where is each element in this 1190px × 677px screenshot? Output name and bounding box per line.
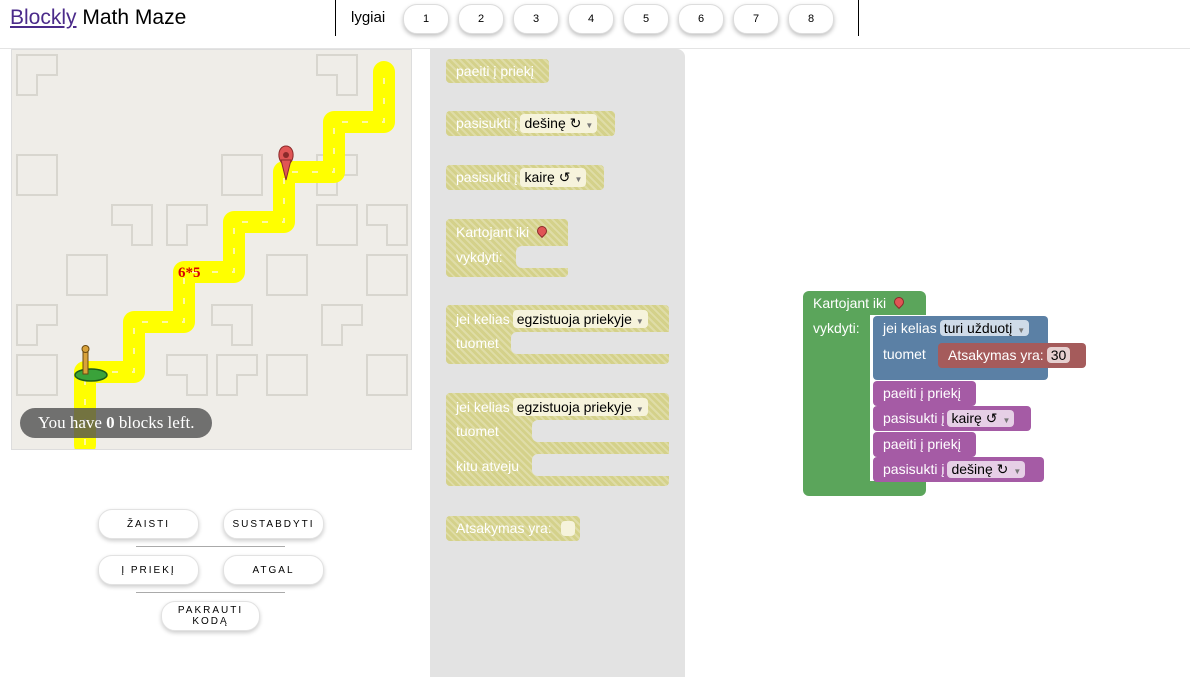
- workspace-move-forward-block-1[interactable]: paeiti į priekį: [873, 381, 976, 406]
- blocks-left-count: 0: [106, 413, 115, 432]
- workspace-do-label: vykdyti:: [813, 320, 860, 336]
- level-1-button[interactable]: 1: [403, 4, 449, 34]
- maze-path: [74, 61, 395, 449]
- step-forward-button[interactable]: Į PRIEKĮ: [98, 555, 199, 585]
- workspace-goal-pin-icon: [892, 294, 907, 310]
- toolbox-if-else-then-label: tuomet: [456, 423, 499, 439]
- toolbox-turn-right-block[interactable]: pasisukti į dešinę ↻ ▼: [446, 111, 615, 136]
- toolbox-if-else-block[interactable]: jei kelias egzistuoja priekyje ▼ tuomet ki…: [446, 393, 669, 486]
- header-divider: [335, 0, 336, 36]
- toolbox-if-else-label: jei kelias: [456, 399, 510, 415]
- load-code-button[interactable]: PAKRAUTI KODĄ: [161, 601, 260, 631]
- toolbox-else-label: kitu atveju: [456, 458, 520, 474]
- maze-canvas: 6*5 You have 0 blocks left.: [11, 49, 412, 450]
- toolbox-repeat-label: Kartojant iki: [456, 224, 530, 240]
- maze-walls: [16, 54, 408, 396]
- toolbox-else-slot: [532, 454, 669, 476]
- toolbox-turn-label: pasisukti į: [456, 115, 518, 131]
- goal-pin-icon: [535, 223, 550, 239]
- toolbox-if-slot: [511, 332, 669, 354]
- workspace-turn-left-label: pasisukti į: [883, 410, 945, 426]
- workspace-move-forward-label-1: paeiti į priekį: [883, 385, 961, 401]
- level-2-button[interactable]: 2: [458, 4, 504, 34]
- workspace-turn-right-dropdown[interactable]: dešinę ↻ ▼: [947, 461, 1026, 478]
- workspace-move-forward-label-2: paeiti į priekį: [883, 436, 961, 452]
- toolbox-turn-right-dropdown[interactable]: dešinę ↻ ▼: [520, 114, 598, 133]
- toolbox-answer-label: Atsakymas yra:: [456, 520, 552, 536]
- blocks-left-indicator: You have 0 blocks left.: [20, 408, 213, 438]
- level-3-button[interactable]: 3: [513, 4, 559, 34]
- workspace-turn-left-block[interactable]: pasisukti į kairę ↺ ▼: [873, 406, 1031, 431]
- maze-svg: [16, 54, 408, 449]
- toolbox-turn-left-block[interactable]: pasisukti į kairę ↺ ▼: [446, 165, 604, 190]
- step-back-button[interactable]: ATGAL: [223, 555, 324, 585]
- toolbox-if-block[interactable]: jei kelias egzistuoja priekyje ▼ tuomet: [446, 305, 669, 364]
- toolbox-move-forward-label: paeiti į priekį: [456, 63, 534, 79]
- blocks-left-prefix: You have: [38, 413, 107, 432]
- page-title: Blockly Math Maze: [10, 6, 186, 30]
- level-5-button[interactable]: 5: [623, 4, 669, 34]
- workspace-if-label: jei kelias: [883, 320, 937, 336]
- toolbox-turn-label-2: pasisukti į: [456, 169, 518, 185]
- level-6-button[interactable]: 6: [678, 4, 724, 34]
- toolbox-answer-input[interactable]: [561, 521, 575, 536]
- toolbox-if-else-condition-dropdown[interactable]: egzistuoja priekyje ▼: [512, 398, 648, 416]
- toolbox-answer-block[interactable]: Atsakymas yra:: [446, 516, 580, 541]
- title-text: Math Maze: [82, 6, 187, 29]
- workspace-turn-right-block[interactable]: pasisukti į dešinę ↻ ▼: [873, 457, 1044, 482]
- workspace-if-condition-dropdown[interactable]: turi užduotį ▼: [939, 320, 1030, 336]
- toolbox-do-label: vykdyti:: [456, 249, 503, 265]
- toolbox-turn-left-dropdown[interactable]: kairę ↺ ▼: [520, 168, 587, 187]
- toolbox-move-forward-block[interactable]: paeiti į priekį: [446, 59, 549, 83]
- workspace-if-row: jei kelias turi užduotį ▼: [883, 320, 1030, 336]
- workspace-answer-value[interactable]: 30: [1046, 347, 1071, 363]
- toolbox-if-else-then-slot: [532, 420, 669, 442]
- controls-divider-2: [136, 592, 285, 593]
- toolbox-if-label: jei kelias: [456, 311, 510, 327]
- level-4-button[interactable]: 4: [568, 4, 614, 34]
- workspace-answer-row: Atsakymas yra: 30: [948, 347, 1071, 363]
- toolbox-if-condition-dropdown[interactable]: egzistuoja priekyje ▼: [512, 310, 648, 328]
- levels-label: lygiai: [351, 9, 386, 26]
- level-8-button[interactable]: 8: [788, 4, 834, 34]
- workspace-answer-label: Atsakymas yra:: [948, 347, 1044, 363]
- workspace-move-forward-block-2[interactable]: paeiti į priekį: [873, 432, 976, 457]
- stop-button[interactable]: SUSTABDYTI: [223, 509, 324, 539]
- blocks-left-suffix: blocks left.: [114, 413, 195, 432]
- toolbox-repeat-slot: [516, 246, 568, 268]
- workspace-repeat-label: Kartojant iki: [813, 294, 907, 311]
- header-divider-right: [858, 0, 859, 36]
- toolbox-repeat-until-block[interactable]: Kartojant iki vykdyti:: [446, 219, 568, 277]
- workspace-turn-left-dropdown[interactable]: kairę ↺ ▼: [947, 410, 1015, 427]
- path-task-label: 6*5: [178, 265, 201, 281]
- blockly-link[interactable]: Blockly: [10, 6, 77, 29]
- toolbox-then-label: tuomet: [456, 335, 499, 351]
- controls-divider: [136, 546, 285, 547]
- level-7-button[interactable]: 7: [733, 4, 779, 34]
- header: Blockly Math Maze lygiai 1 2 3 4 5 6 7 8: [0, 0, 1190, 49]
- workspace-turn-right-label: pasisukti į: [883, 461, 945, 477]
- workspace-then-label: tuomet: [883, 346, 926, 362]
- play-button[interactable]: ŽAISTI: [98, 509, 199, 539]
